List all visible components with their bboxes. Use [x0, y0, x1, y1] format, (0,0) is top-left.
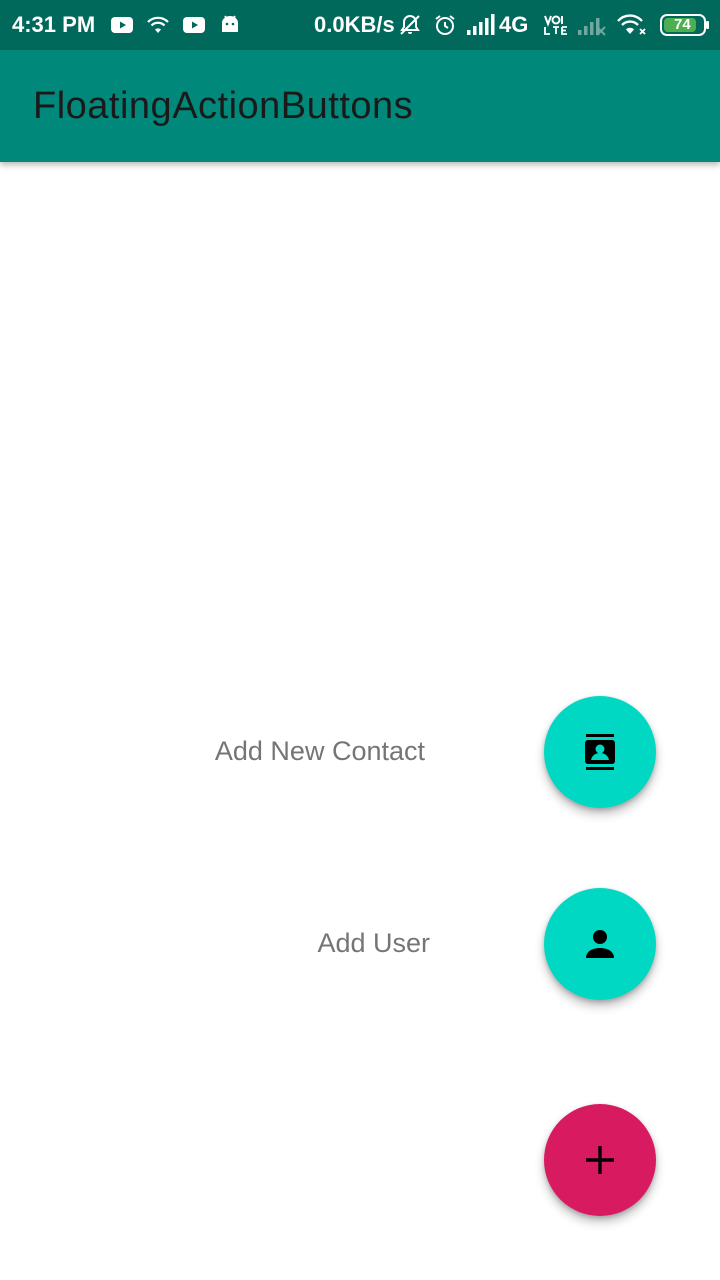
alarm-icon	[433, 13, 457, 37]
signal-icon	[466, 13, 496, 37]
add-new-contact-button[interactable]	[544, 696, 656, 808]
network-type: 4G	[499, 12, 529, 37]
main-content: Add New Contact Add User	[0, 162, 720, 1280]
add-user-label[interactable]: Add User	[317, 926, 430, 960]
youtube-icon	[110, 13, 134, 37]
battery-level: 74	[674, 16, 691, 33]
status-bar: 4:31 PM 0.0KB/s 4G 74	[0, 0, 720, 50]
notifications-off-icon	[398, 13, 422, 37]
volte-icon	[542, 13, 570, 37]
android-icon	[218, 13, 242, 37]
main-fab-button[interactable]	[544, 1104, 656, 1216]
signal-weak-icon	[577, 13, 607, 37]
youtube-icon	[182, 13, 206, 37]
wifi-icon	[146, 13, 170, 37]
network-speed: 0.0KB/s	[314, 12, 395, 37]
add-new-contact-label[interactable]: Add New Contact	[215, 734, 425, 768]
app-title: FloatingActionButtons	[33, 85, 414, 127]
status-time: 4:31 PM	[12, 12, 96, 37]
app-bar: FloatingActionButtons	[0, 50, 720, 162]
wifi-icon	[616, 13, 648, 37]
person-icon	[580, 924, 620, 964]
contacts-icon	[580, 732, 620, 772]
plus-icon	[580, 1140, 620, 1180]
add-user-button[interactable]	[544, 888, 656, 1000]
